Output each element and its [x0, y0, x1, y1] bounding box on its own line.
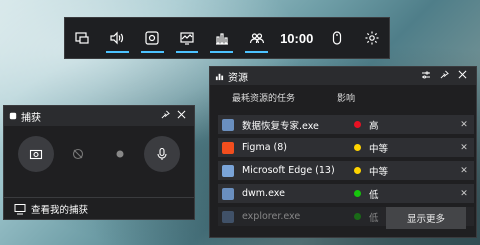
close-icon[interactable]: ✕ — [454, 189, 474, 199]
record-last-icon — [72, 148, 84, 160]
resource-widget: 资源 最耗资源的任务 影响 数据恢复专家.exe 高 ✕ Figma (8) 中… — [209, 66, 477, 238]
pin-icon — [440, 70, 449, 79]
impact-dot — [354, 121, 361, 128]
screenshot-button[interactable] — [18, 136, 54, 172]
close-icon — [458, 70, 466, 79]
close-icon[interactable]: ✕ — [454, 120, 474, 130]
close-button[interactable] — [453, 70, 471, 82]
process-name: 数据恢复专家.exe — [242, 120, 319, 132]
show-more-button[interactable]: 显示更多 — [386, 207, 466, 229]
impact-dot — [354, 144, 361, 151]
app-icon — [222, 210, 234, 223]
app-icon — [222, 187, 234, 200]
record-button[interactable] — [102, 136, 138, 172]
close-icon[interactable]: ✕ — [454, 166, 474, 176]
list-item[interactable]: 数据恢复专家.exe 高 ✕ — [218, 115, 474, 134]
capture-widget: 捕获 查看我的捕获 — [3, 105, 195, 220]
capture-icon — [9, 112, 17, 120]
record-icon — [116, 150, 124, 158]
capture-title: 捕获 — [21, 112, 41, 124]
impact-dot — [354, 190, 361, 197]
impact-dot — [354, 213, 361, 220]
social-button[interactable] — [239, 17, 274, 59]
impact-level: 高 — [369, 120, 379, 132]
view-captures-label: 查看我的捕获 — [31, 204, 89, 216]
capture-buttons — [4, 126, 194, 172]
game-bar: 10:00 — [64, 17, 390, 59]
list-item[interactable]: Microsoft Edge (13) 中等 ✕ — [218, 161, 474, 180]
view-captures-link[interactable]: 查看我的捕获 — [4, 197, 194, 219]
gallery-icon — [14, 203, 26, 214]
pin-button[interactable] — [435, 70, 453, 82]
close-icon[interactable]: ✕ — [454, 143, 474, 153]
resources-icon — [215, 73, 224, 80]
close-icon — [177, 110, 185, 119]
impact-level: 中等 — [369, 166, 389, 178]
close-button[interactable] — [173, 110, 189, 122]
figma-icon — [222, 141, 234, 154]
pin-button[interactable] — [157, 110, 173, 122]
audio-button[interactable] — [100, 17, 135, 59]
impact-level: 中等 — [369, 143, 389, 155]
pin-icon — [161, 110, 170, 119]
capture-icon — [145, 31, 159, 45]
performance-button[interactable] — [170, 17, 205, 59]
app-icon — [222, 118, 234, 131]
mouse-icon — [332, 31, 341, 45]
capture-header[interactable]: 捕获 — [4, 106, 194, 126]
resource-title: 资源 — [228, 72, 248, 84]
impact-dot — [354, 167, 361, 174]
record-last-button[interactable] — [60, 136, 96, 172]
controller-button[interactable] — [319, 17, 354, 59]
settings-button[interactable] — [354, 17, 389, 59]
tab-top-tasks[interactable]: 最耗资源的任务 — [232, 91, 295, 104]
resource-tabs: 最耗资源的任务 影响 — [210, 85, 476, 109]
process-name: dwm.exe — [242, 188, 285, 199]
process-name: Microsoft Edge (13) — [242, 165, 335, 176]
sliders-icon — [422, 71, 430, 78]
resources-button[interactable] — [204, 17, 239, 59]
process-name: Figma (8) — [242, 142, 287, 153]
list-item[interactable]: Figma (8) 中等 ✕ — [218, 138, 474, 157]
resource-header[interactable]: 资源 — [210, 67, 476, 85]
capture-button[interactable] — [135, 17, 170, 59]
camera-icon — [29, 149, 43, 160]
options-button[interactable] — [417, 70, 435, 83]
microphone-icon — [157, 147, 167, 160]
clock: 10:00 — [280, 30, 314, 46]
list-item[interactable]: dwm.exe 低 ✕ — [218, 184, 474, 203]
edge-icon — [222, 164, 234, 177]
gear-icon — [365, 31, 379, 45]
audio-icon — [110, 31, 124, 45]
social-icon — [249, 33, 264, 44]
impact-level: 低 — [369, 189, 379, 201]
resources-icon — [215, 33, 228, 45]
widget-menu-button[interactable] — [65, 17, 100, 59]
tab-impact[interactable]: 影响 — [337, 91, 355, 104]
microphone-button[interactable] — [144, 136, 180, 172]
performance-icon — [180, 32, 194, 45]
process-name: explorer.exe — [242, 211, 301, 222]
widget-menu-icon — [75, 32, 90, 44]
